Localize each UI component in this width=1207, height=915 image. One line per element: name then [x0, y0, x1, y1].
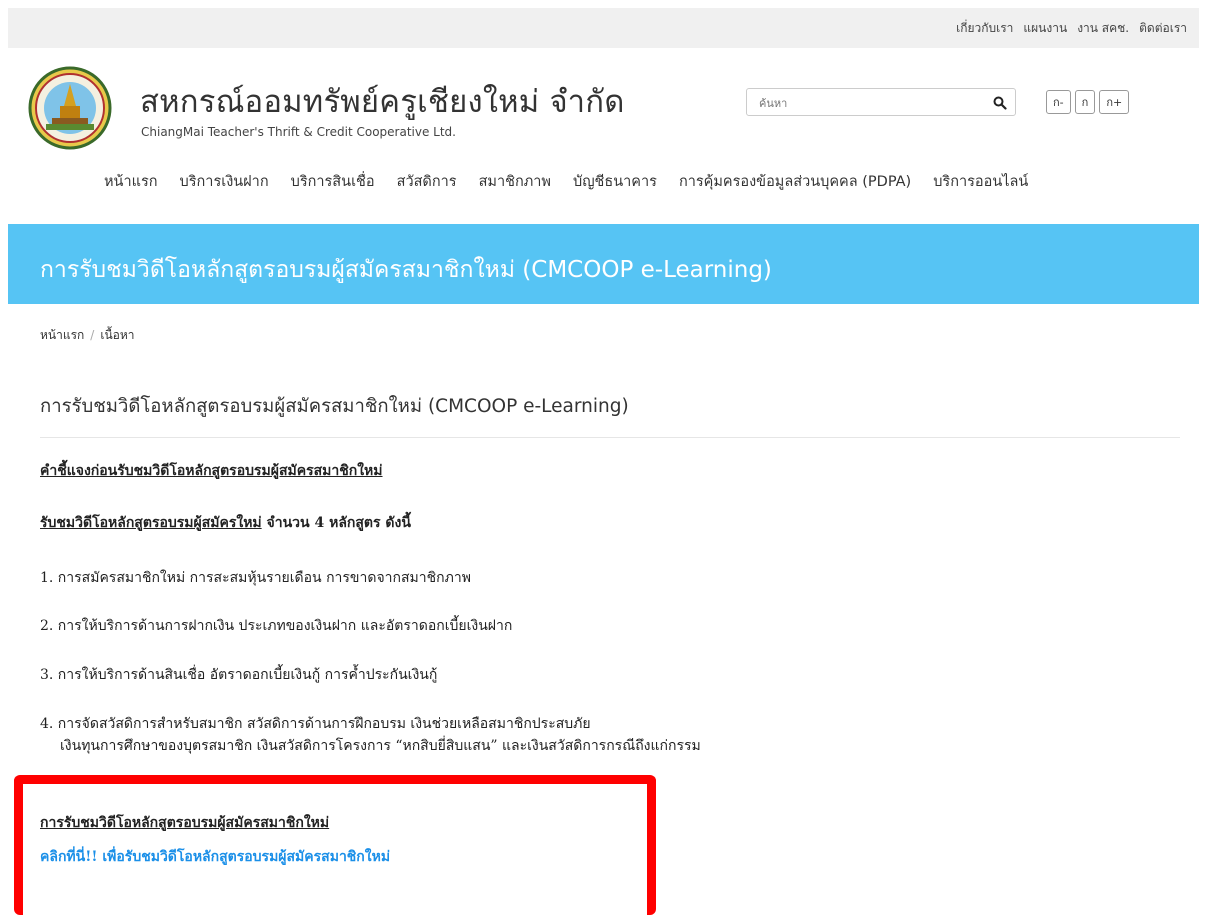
nav-item-bank-account[interactable]: บัญชีธนาคาร: [573, 170, 657, 193]
font-normal-button[interactable]: ก: [1074, 90, 1096, 114]
nav-item-online[interactable]: บริการออนไลน์: [933, 170, 1028, 193]
font-decrease-button[interactable]: ก-: [1046, 90, 1071, 114]
breadcrumb-current: เนื้อหา: [100, 328, 135, 342]
top-link-work[interactable]: งาน สคช.: [1077, 19, 1129, 38]
banner-title: การรับชมวิดีโอหลักสูตรอบรมผู้สมัครสมาชิก…: [40, 257, 772, 283]
video-heading: การรับชมวิดีโอหลักสูตรอบรมผู้สมัครสมาชิก…: [40, 815, 330, 831]
search-icon[interactable]: [993, 95, 1007, 110]
breadcrumb: หน้าแรก / เนื้อหา: [40, 326, 135, 345]
top-links: เกี่ยวกับเรา แผนงาน งาน สคช. ติดต่อเรา: [956, 19, 1187, 38]
nav-item-pdpa[interactable]: การคุ้มครองข้อมูลส่วนบุคคล (PDPA): [679, 170, 911, 193]
page-banner: การรับชมวิดีโอหลักสูตรอบรมผู้สมัครสมาชิก…: [8, 224, 1199, 304]
course-item-3: 3. การให้บริการด้านสินเชื่อ อัตราดอกเบี้…: [40, 667, 438, 683]
top-link-contact[interactable]: ติดต่อเรา: [1139, 19, 1187, 38]
site-title[interactable]: สหกรณ์ออมทรัพย์ครูเชียงใหม่ จำกัด: [140, 76, 625, 126]
nav-item-welfare[interactable]: สวัสดิการ: [397, 170, 457, 193]
highlight-box: [14, 775, 656, 915]
course-item-2: 2. การให้บริการด้านการฝากเงิน ประเภทของเ…: [40, 618, 513, 634]
course-item-4: 4. การจัดสวัสดิการสำหรับสมาชิก สวัสดิการ…: [40, 716, 591, 732]
course-item-1: 1. การสมัครสมาชิกใหม่ การสะสมหุ้นรายเดือ…: [40, 570, 471, 586]
font-size-controls: ก- ก ก+: [1046, 90, 1130, 114]
site-subtitle: ChiangMai Teacher's Thrift & Credit Coop…: [141, 125, 456, 139]
nav-item-membership[interactable]: สมาชิกภาพ: [479, 170, 551, 193]
nav-item-home[interactable]: หน้าแรก: [104, 170, 158, 193]
nav-item-deposit[interactable]: บริการเงินฝาก: [180, 170, 269, 193]
cooperative-logo[interactable]: [20, 66, 120, 150]
content-title: การรับชมวิดีโอหลักสูตรอบรมผู้สมัครสมาชิก…: [40, 396, 629, 417]
top-link-plan[interactable]: แผนงาน: [1023, 19, 1067, 38]
nav-item-loan[interactable]: บริการสินเชื่อ: [291, 170, 375, 193]
search-box: [746, 88, 1016, 116]
top-bar: เกี่ยวกับเรา แผนงาน งาน สคช. ติดต่อเรา: [8, 8, 1199, 48]
divider: [40, 437, 1180, 438]
main-nav: หน้าแรก บริการเงินฝาก บริการสินเชื่อ สวั…: [104, 170, 1028, 193]
font-increase-button[interactable]: ก+: [1099, 90, 1130, 114]
course-item-4-continued: เงินทุนการศึกษาของบุตรสมาชิก เงินสวัสดิก…: [60, 738, 701, 754]
courses-intro-underlined: รับชมวิดีโอหลักสูตรอบรมผู้สมัครใหม่: [40, 515, 262, 531]
search-input[interactable]: [757, 92, 981, 114]
courses-intro-rest: จำนวน 4 หลักสูตร ดังนี้: [261, 515, 411, 531]
breadcrumb-separator: /: [90, 328, 95, 342]
top-link-about[interactable]: เกี่ยวกับเรา: [956, 19, 1013, 38]
video-link[interactable]: คลิกที่นี่!! เพื่อรับชมวิดีโอหลักสูตรอบร…: [40, 846, 390, 868]
courses-intro: รับชมวิดีโอหลักสูตรอบรมผู้สมัครใหม่ จำนว…: [40, 512, 411, 534]
breadcrumb-home[interactable]: หน้าแรก: [40, 328, 84, 342]
instructions-heading: คำชี้แจงก่อนรับชมวิดีโอหลักสูตรอบรมผู้สม…: [40, 463, 383, 479]
